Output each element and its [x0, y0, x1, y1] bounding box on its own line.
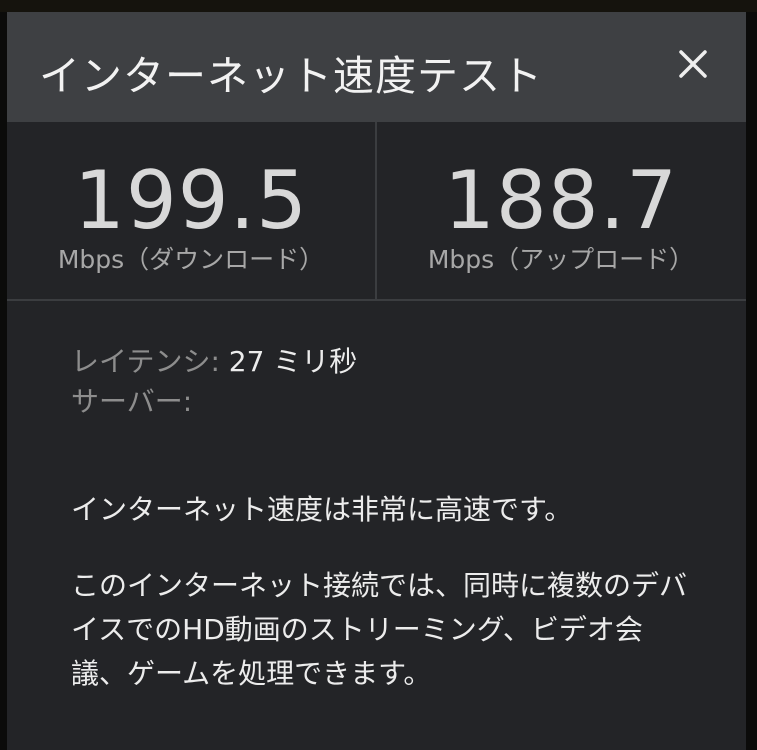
- section-divider: [7, 299, 746, 301]
- server-row: サーバー:: [71, 382, 721, 422]
- server-label: サーバー:: [71, 385, 193, 418]
- download-speed-value: 199.5: [73, 154, 309, 247]
- speed-summary-headline: インターネット速度は非常に高速です。: [71, 493, 573, 526]
- close-button[interactable]: [671, 42, 715, 86]
- upload-result: 188.7 Mbps（アップロード）: [377, 122, 745, 300]
- dialog-title: インターネット速度テスト: [39, 52, 543, 100]
- speed-summary-description: このインターネット接続では、同時に複数のデバイスでのHD動画のストリーミング、ビ…: [71, 569, 688, 690]
- speed-test-dialog: インターネット速度テスト 199.5 Mbps（ダウンロード） 188.7 Mb…: [7, 12, 746, 750]
- download-result: 199.5 Mbps（ダウンロード）: [7, 122, 375, 300]
- window-top-strip: [0, 0, 757, 12]
- latency-row: レイテンシ: 27 ミリ秒: [71, 342, 721, 382]
- latency-label: レイテンシ:: [71, 345, 220, 378]
- upload-speed-label: Mbps（アップロード）: [427, 245, 695, 274]
- close-icon: [679, 50, 707, 78]
- latency-value: 27 ミリ秒: [228, 345, 358, 378]
- upload-speed-value: 188.7: [443, 154, 679, 247]
- test-details: レイテンシ: 27 ミリ秒 サーバー: インターネット速度は非常に高速です。 こ…: [71, 342, 721, 690]
- download-speed-label: Mbps（ダウンロード）: [57, 245, 325, 274]
- dialog-header: インターネット速度テスト: [7, 12, 746, 122]
- speed-results: 199.5 Mbps（ダウンロード） 188.7 Mbps（アップロード）: [7, 122, 746, 301]
